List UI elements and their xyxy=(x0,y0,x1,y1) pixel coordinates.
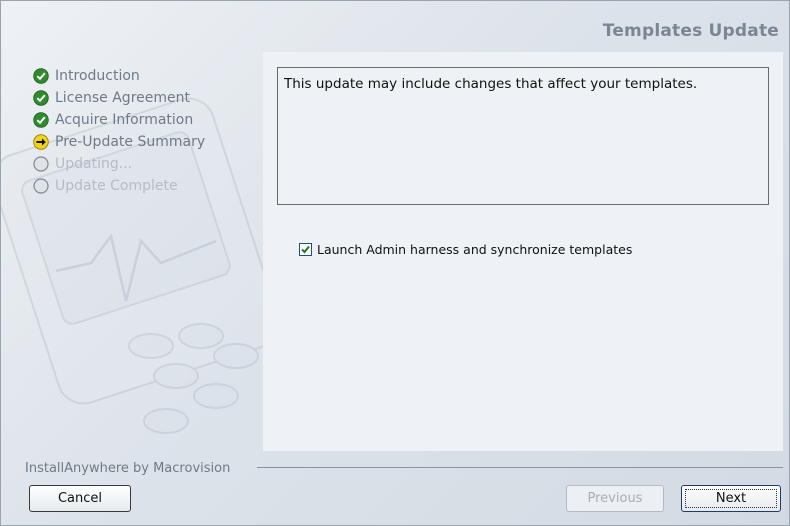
description-box: This update may include changes that aff… xyxy=(277,67,769,205)
cancel-button-label: Cancel xyxy=(57,491,103,506)
step-label: Acquire Information xyxy=(55,112,194,128)
step-label: Introduction xyxy=(55,68,140,84)
step-introduction: Introduction xyxy=(33,65,205,87)
step-license-agreement: License Agreement xyxy=(33,87,205,109)
previous-button[interactable]: Previous xyxy=(566,485,664,512)
window-title: Templates Update xyxy=(602,21,779,41)
step-label: Updating... xyxy=(55,156,133,172)
content-panel: This update may include changes that aff… xyxy=(263,52,783,451)
launch-admin-checkbox-row[interactable]: Launch Admin harness and synchronize tem… xyxy=(299,242,632,257)
step-update-complete: Update Complete xyxy=(33,175,205,197)
cancel-button[interactable]: Cancel xyxy=(29,485,131,512)
checkmark-icon xyxy=(301,245,310,254)
step-acquire-information: Acquire Information xyxy=(33,109,205,131)
next-button[interactable]: Next xyxy=(681,485,781,512)
step-label: Update Complete xyxy=(55,178,178,194)
empty-circle-icon xyxy=(33,156,49,172)
step-label: License Agreement xyxy=(55,90,190,106)
installer-brand: InstallAnywhere by Macrovision xyxy=(25,461,231,476)
progress-steps: Introduction License Agreement Acquire I… xyxy=(33,65,205,197)
step-updating: Updating... xyxy=(33,153,205,175)
footer-divider xyxy=(257,467,783,468)
checkmark-icon xyxy=(33,68,49,84)
previous-button-label: Previous xyxy=(587,491,643,506)
checkmark-icon xyxy=(33,112,49,128)
launch-admin-checkbox[interactable] xyxy=(299,243,312,256)
next-button-label: Next xyxy=(715,491,747,506)
empty-circle-icon xyxy=(33,178,49,194)
step-pre-update-summary: Pre-Update Summary xyxy=(33,131,205,153)
installer-window: Templates Update Introduction License Ag… xyxy=(0,0,790,526)
arrow-right-icon xyxy=(33,134,49,150)
checkmark-icon xyxy=(33,90,49,106)
launch-admin-checkbox-label[interactable]: Launch Admin harness and synchronize tem… xyxy=(317,242,632,257)
step-label: Pre-Update Summary xyxy=(55,134,206,150)
